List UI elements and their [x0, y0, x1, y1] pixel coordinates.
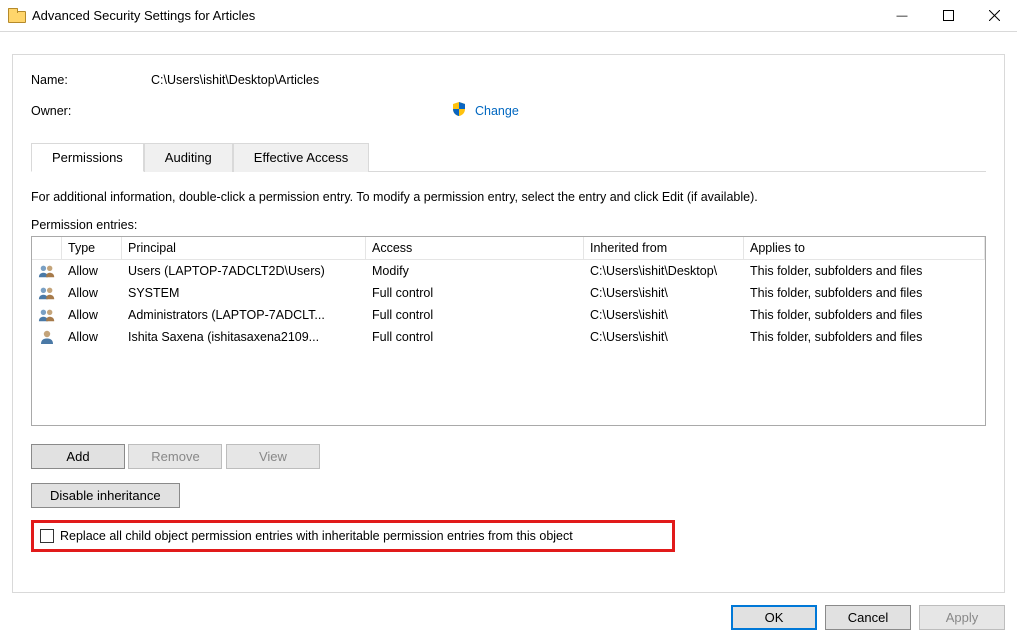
col-access[interactable]: Access [366, 237, 584, 260]
cell-access: Full control [366, 284, 584, 302]
cancel-button[interactable]: Cancel [825, 605, 911, 630]
replace-children-label: Replace all child object permission entr… [60, 529, 573, 543]
table-row[interactable]: AllowAdministrators (LAPTOP-7ADCLT...Ful… [32, 304, 985, 326]
cell-type: Allow [62, 306, 122, 324]
view-button: View [226, 444, 320, 469]
window-title: Advanced Security Settings for Articles [32, 8, 255, 23]
permission-entries-list[interactable]: Type Principal Access Inherited from App… [31, 236, 986, 426]
folder-icon [8, 9, 24, 23]
ok-button[interactable]: OK [731, 605, 817, 630]
entries-label: Permission entries: [31, 218, 986, 232]
titlebar: Advanced Security Settings for Articles … [0, 0, 1017, 32]
cell-type: Allow [62, 328, 122, 346]
disable-inheritance-button[interactable]: Disable inheritance [31, 483, 180, 508]
table-row[interactable]: AllowUsers (LAPTOP-7ADCLT2D\Users)Modify… [32, 260, 985, 282]
principal-icon [32, 327, 62, 347]
principal-icon [32, 261, 62, 281]
cell-principal: Users (LAPTOP-7ADCLT2D\Users) [122, 262, 366, 280]
main-panel: Name: C:\Users\ishit\Desktop\Articles Ow… [12, 54, 1005, 593]
owner-row: Owner: Change [31, 101, 986, 120]
col-icon[interactable] [32, 237, 62, 260]
replace-children-checkbox-row[interactable]: Replace all child object permission entr… [31, 520, 675, 552]
cell-principal: Ishita Saxena (ishitasaxena2109... [122, 328, 366, 346]
dialog-footer: OK Cancel Apply [731, 605, 1005, 630]
replace-children-checkbox[interactable] [40, 529, 54, 543]
tab-permissions[interactable]: Permissions [31, 143, 144, 172]
cell-type: Allow [62, 284, 122, 302]
col-applies[interactable]: Applies to [744, 237, 985, 260]
table-row[interactable]: AllowIshita Saxena (ishitasaxena2109...F… [32, 326, 985, 348]
cell-applies: This folder, subfolders and files [744, 262, 985, 280]
tab-effective-access[interactable]: Effective Access [233, 143, 369, 172]
change-owner-link[interactable]: Change [475, 104, 519, 118]
apply-button: Apply [919, 605, 1005, 630]
cell-applies: This folder, subfolders and files [744, 328, 985, 346]
cell-access: Full control [366, 328, 584, 346]
name-value: C:\Users\ishit\Desktop\Articles [151, 73, 319, 87]
entry-buttons: Add Remove View [31, 444, 986, 469]
cell-applies: This folder, subfolders and files [744, 284, 985, 302]
client-area: Name: C:\Users\ishit\Desktop\Articles Ow… [0, 32, 1017, 638]
name-label: Name: [31, 73, 151, 87]
add-button[interactable]: Add [31, 444, 125, 469]
remove-button: Remove [128, 444, 222, 469]
minimize-button[interactable]: — [879, 0, 925, 32]
tab-auditing[interactable]: Auditing [144, 143, 233, 172]
info-text: For additional information, double-click… [31, 190, 986, 204]
principal-icon [32, 283, 62, 303]
tabs: Permissions Auditing Effective Access [31, 142, 986, 172]
maximize-button[interactable] [925, 0, 971, 32]
list-body: AllowUsers (LAPTOP-7ADCLT2D\Users)Modify… [32, 260, 985, 348]
cell-inherited: C:\Users\ishit\Desktop\ [584, 262, 744, 280]
col-type[interactable]: Type [62, 237, 122, 260]
table-row[interactable]: AllowSYSTEMFull controlC:\Users\ishit\Th… [32, 282, 985, 304]
cell-inherited: C:\Users\ishit\ [584, 328, 744, 346]
cell-inherited: C:\Users\ishit\ [584, 306, 744, 324]
cell-type: Allow [62, 262, 122, 280]
list-header: Type Principal Access Inherited from App… [32, 237, 985, 260]
shield-icon [451, 101, 467, 120]
cell-principal: SYSTEM [122, 284, 366, 302]
col-principal[interactable]: Principal [122, 237, 366, 260]
cell-inherited: C:\Users\ishit\ [584, 284, 744, 302]
col-inherited[interactable]: Inherited from [584, 237, 744, 260]
close-button[interactable] [971, 0, 1017, 32]
principal-icon [32, 305, 62, 325]
cell-principal: Administrators (LAPTOP-7ADCLT... [122, 306, 366, 324]
name-row: Name: C:\Users\ishit\Desktop\Articles [31, 73, 986, 87]
cell-access: Full control [366, 306, 584, 324]
cell-applies: This folder, subfolders and files [744, 306, 985, 324]
owner-label: Owner: [31, 104, 151, 118]
cell-access: Modify [366, 262, 584, 280]
